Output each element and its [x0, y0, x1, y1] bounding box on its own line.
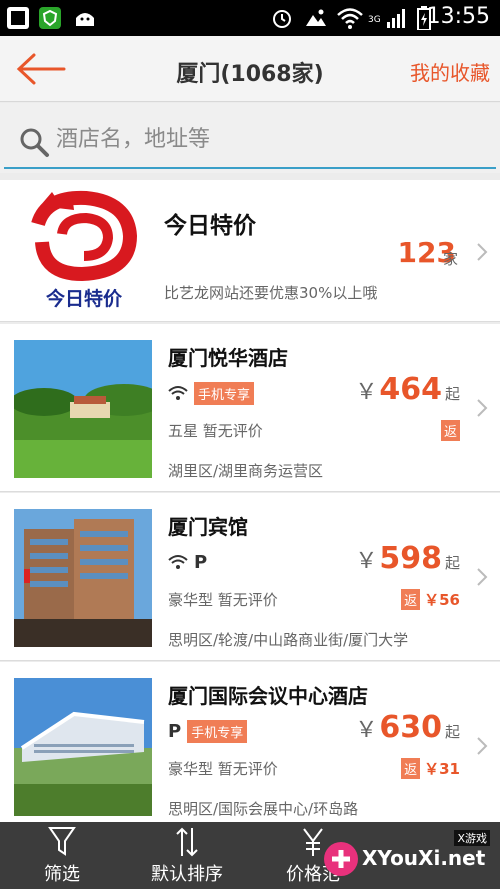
rebate-amount: ￥56	[424, 591, 460, 609]
hotel-grade: 五星 暂无评价	[168, 422, 263, 440]
parking-icon: P	[168, 720, 182, 742]
sort-arrows-icon	[176, 827, 198, 857]
deal-count-unit: 家	[442, 250, 458, 268]
wifi-amenity-icon	[168, 555, 188, 569]
gamepad-logo-icon	[324, 842, 358, 876]
hotel-photo	[14, 340, 152, 478]
my-favorites-button[interactable]: 我的收藏	[410, 57, 490, 86]
hotel-name: 厦门悦华酒店	[168, 346, 288, 370]
alarm-icon	[273, 10, 291, 28]
hotel-grade: 豪华型 暂无评价	[168, 760, 278, 778]
sort-label: 默认排序	[151, 864, 223, 885]
bottom-toolbar: 筛选 默认排序 价格范 XYouXi.net X游戏	[0, 822, 500, 889]
chevron-right-icon	[477, 737, 488, 755]
image-notification-icon	[306, 9, 326, 26]
rebate-info: 返 ￥56	[401, 589, 460, 610]
hotel-grade: 豪华型 暂无评价	[168, 591, 278, 609]
android-icon	[76, 13, 94, 26]
rebate-badge: 返	[401, 758, 421, 779]
hotel-photo	[14, 509, 152, 647]
price-suffix: 起	[444, 723, 460, 741]
mobile-exclusive-badge: 手机专享	[187, 719, 248, 743]
hotel-amenities: P	[168, 551, 207, 573]
network-type: 3G	[368, 15, 381, 25]
hotel-amenities: P 手机专享	[168, 719, 248, 743]
hotel-list-item[interactable]: 厦门悦华酒店 手机专享 ￥ 464 起 五星 暂无评价 返 湖里区/湖里商务运营…	[0, 324, 500, 492]
rebate-info: 返 ￥31	[401, 758, 460, 779]
elong-dragon-logo-icon	[31, 190, 138, 282]
price-suffix: 起	[444, 385, 460, 403]
price-value: 464	[379, 372, 442, 407]
price-value: 598	[379, 541, 442, 576]
funnel-icon	[48, 827, 76, 856]
security-shield-icon	[39, 7, 61, 29]
mobile-exclusive-badge: 手机专享	[194, 381, 255, 405]
deal-description: 比艺龙网站还要优惠30%以上哦	[164, 284, 378, 302]
wifi-amenity-icon	[168, 386, 188, 400]
nav-header: 厦门(1068家) 我的收藏	[0, 36, 500, 102]
logo-caption: 今日特价	[45, 288, 122, 310]
app-notification-icon	[7, 7, 29, 29]
search-bar	[0, 103, 500, 173]
hotel-list-item[interactable]: 厦门国际会议中心酒店 P 手机专享 ￥ 630 起 豪华型 暂无评价 返 ￥31…	[0, 662, 500, 830]
status-bar: 3G 13:55	[0, 0, 500, 36]
rebate-badge: 返	[401, 589, 421, 610]
price-value: 630	[379, 710, 442, 745]
parking-icon: P	[194, 551, 208, 573]
watermark: XYouXi.net X游戏	[322, 830, 492, 884]
hotel-price: ￥ 630 起	[355, 710, 460, 745]
hotel-list-item[interactable]: 厦门宾馆 P ￥ 598 起 豪华型 暂无评价 返 ￥56 思明区/轮渡/中山路…	[0, 493, 500, 661]
hotel-address: 思明区/国际会展中心/环岛路	[168, 800, 359, 818]
hotel-address: 湖里区/湖里商务运营区	[168, 462, 324, 480]
chevron-right-icon	[477, 568, 488, 586]
hotel-name: 厦门宾馆	[168, 515, 248, 539]
hotel-name: 厦门国际会议中心酒店	[168, 684, 368, 708]
price-suffix: 起	[444, 554, 460, 572]
daily-deal-logo: 今日特价	[16, 184, 152, 318]
filter-button[interactable]: 筛选	[0, 822, 124, 889]
chevron-right-icon	[477, 399, 488, 417]
watermark-text: XYouXi.net	[362, 846, 486, 870]
search-input[interactable]	[56, 121, 476, 157]
currency-symbol: ￥	[355, 380, 378, 405]
currency-symbol: ￥	[355, 718, 378, 743]
rebate-info: 返	[440, 420, 460, 441]
filter-label: 筛选	[44, 864, 80, 885]
sort-button[interactable]: 默认排序	[124, 822, 250, 889]
watermark-label: X游戏	[454, 830, 490, 846]
hotel-price: ￥ 464 起	[355, 372, 460, 407]
rebate-badge: 返	[440, 420, 460, 441]
hotel-amenities: 手机专享	[168, 381, 255, 405]
rebate-amount: ￥31	[424, 760, 460, 778]
hotel-address: 思明区/轮渡/中山路商业街/厦门大学	[168, 631, 409, 649]
wifi-icon	[337, 8, 363, 29]
search-icon	[20, 128, 49, 157]
hotel-photo	[14, 678, 152, 816]
deal-title: 今日特价	[164, 213, 256, 239]
search-container	[4, 111, 496, 169]
signal-icon	[387, 9, 405, 28]
currency-symbol: ￥	[355, 549, 378, 574]
clock: 13:55	[426, 4, 490, 29]
hotel-price: ￥ 598 起	[355, 541, 460, 576]
chevron-right-icon	[477, 243, 488, 261]
daily-deal-card[interactable]: 今日特价 今日特价 123 家 比艺龙网站还要优惠30%以上哦	[0, 180, 500, 322]
